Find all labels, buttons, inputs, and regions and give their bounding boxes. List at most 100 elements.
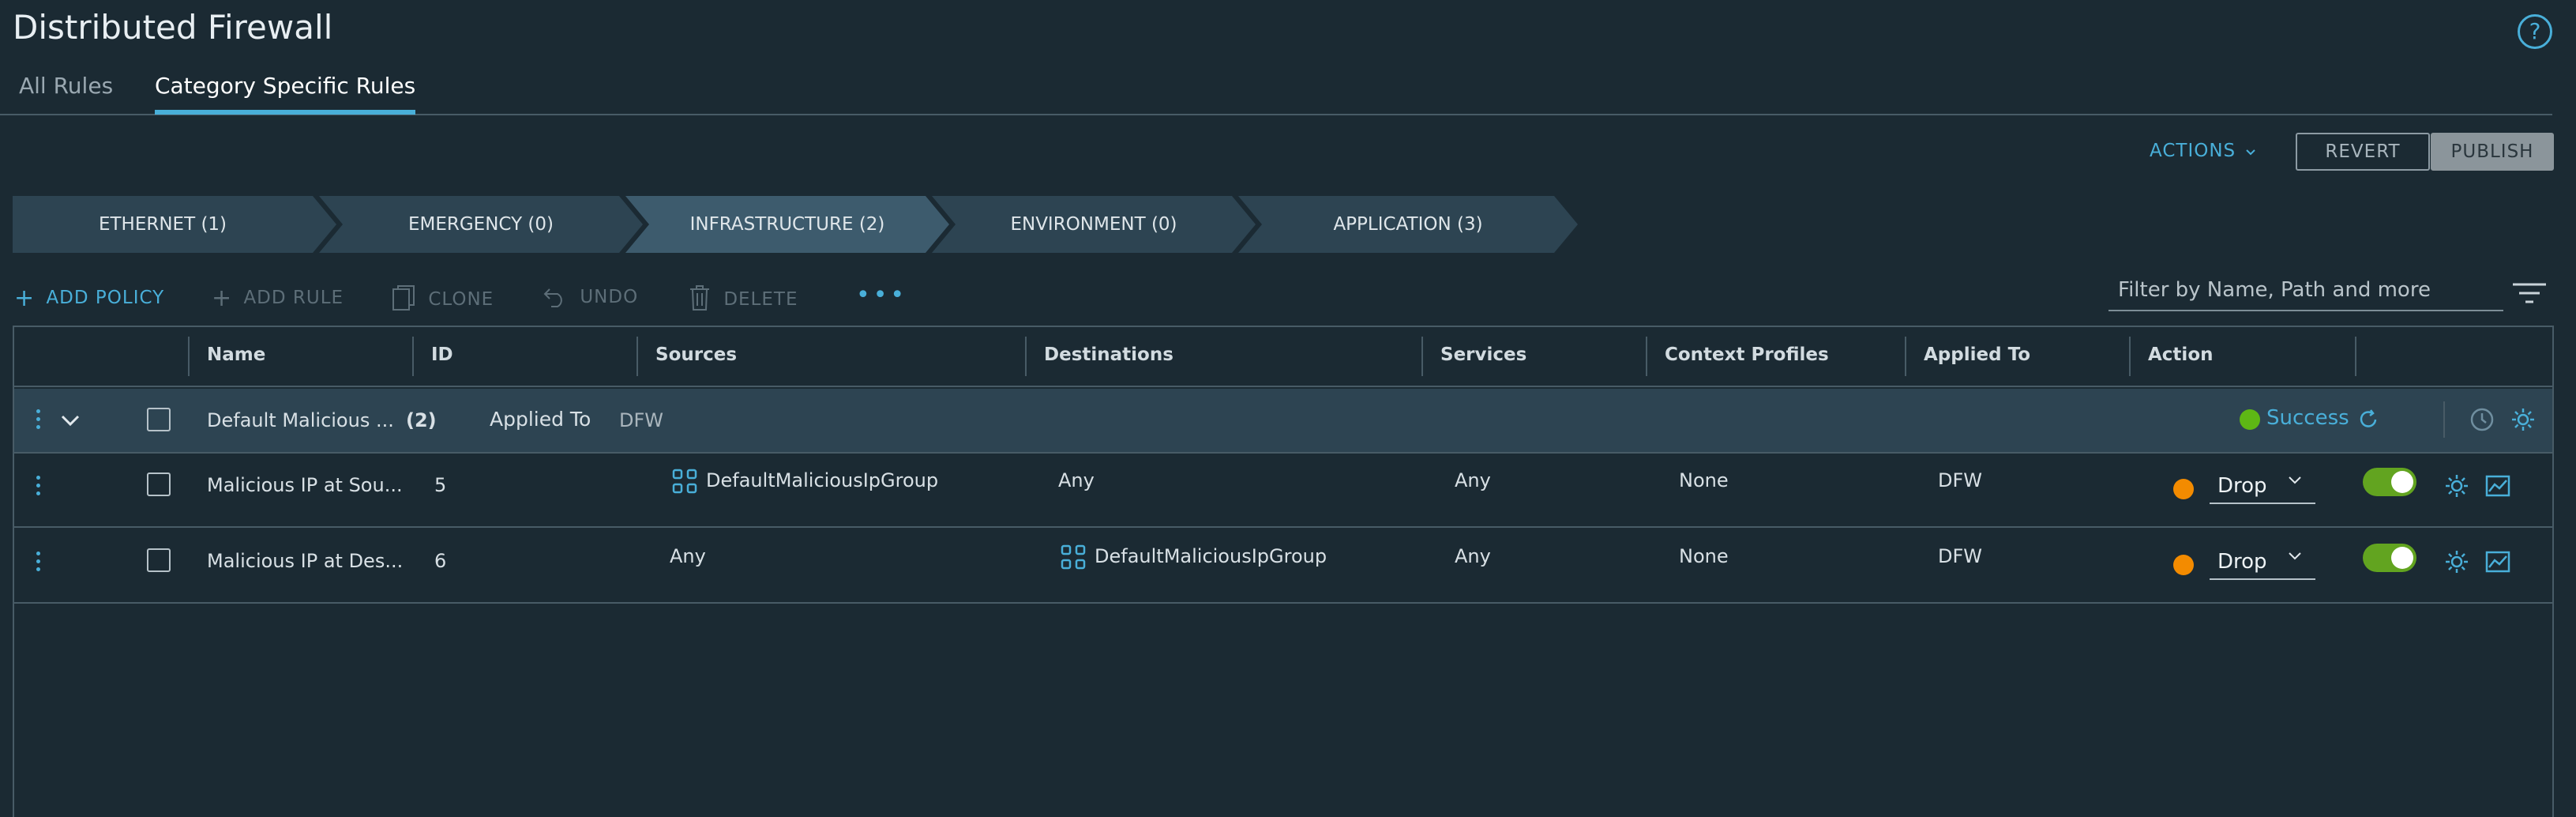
policy-applied-to-label: Applied To: [490, 408, 591, 431]
policy-status: Success: [2266, 406, 2349, 430]
kebab-menu-icon[interactable]: [36, 552, 41, 575]
column-header-id[interactable]: ID: [431, 344, 453, 365]
drop-action-indicator: [2173, 479, 2194, 499]
table-row[interactable]: Malicious IP at Sou... 5 DefaultMaliciou…: [14, 454, 2552, 528]
kebab-menu-icon[interactable]: [36, 409, 41, 433]
column-separator: [188, 337, 190, 376]
category-infrastructure[interactable]: INFRASTRUCTURE (2): [625, 196, 949, 253]
column-header-sources[interactable]: Sources: [655, 344, 737, 365]
add-rule-button[interactable]: + ADD RULE: [212, 284, 344, 312]
tab-bar: All Rules Category Specific Rules: [0, 70, 2552, 115]
category-application[interactable]: APPLICATION (3): [1238, 196, 1578, 253]
category-label: ETHERNET (1): [98, 214, 227, 235]
column-separator: [1421, 337, 1423, 376]
filter-input[interactable]: Filter by Name, Path and more: [2108, 273, 2503, 311]
divider: [2443, 401, 2445, 438]
actions-dropdown[interactable]: ACTIONS: [2150, 141, 2256, 161]
actions-label: ACTIONS: [2150, 141, 2236, 161]
column-header-services[interactable]: Services: [1440, 344, 1526, 365]
rule-enabled-toggle[interactable]: [2363, 544, 2416, 572]
category-emergency[interactable]: EMERGENCY (0): [319, 196, 643, 253]
copy-icon: [392, 285, 415, 311]
rule-destinations[interactable]: Any: [1058, 469, 1095, 491]
column-header-context-profiles[interactable]: Context Profiles: [1665, 344, 1829, 365]
rule-applied-to[interactable]: DFW: [1938, 545, 1982, 567]
column-separator: [412, 337, 414, 376]
tab-category-specific-rules[interactable]: Category Specific Rules: [155, 73, 416, 115]
column-header-action[interactable]: Action: [2148, 344, 2214, 365]
category-ethernet[interactable]: ETHERNET (1): [13, 196, 336, 253]
success-status-icon: [2240, 409, 2260, 430]
publish-button[interactable]: PUBLISH: [2431, 133, 2554, 171]
chevron-down-icon: [2289, 476, 2301, 484]
rule-destinations[interactable]: DefaultMaliciousIpGroup: [1095, 545, 1327, 567]
policy-name: Default Malicious ...: [207, 409, 394, 431]
history-icon[interactable]: [2469, 406, 2495, 433]
rule-name: Malicious IP at Des...: [207, 550, 404, 572]
column-separator: [2129, 337, 2131, 376]
chevron-down-icon[interactable]: [60, 412, 81, 428]
column-separator: [2355, 337, 2356, 376]
delete-button[interactable]: DELETE: [689, 284, 798, 311]
drop-action-indicator: [2173, 555, 2194, 575]
rule-context-profiles[interactable]: None: [1679, 469, 1729, 491]
revert-button[interactable]: REVERT: [2296, 133, 2430, 171]
column-separator: [1646, 337, 1647, 376]
clone-button[interactable]: CLONE: [392, 284, 494, 311]
category-label: APPLICATION (3): [1333, 214, 1483, 235]
column-separator: [1905, 337, 1906, 376]
clone-label: CLONE: [428, 289, 494, 310]
more-actions-icon[interactable]: •••: [856, 281, 907, 309]
kebab-menu-icon[interactable]: [36, 476, 41, 499]
rule-enabled-toggle[interactable]: [2363, 468, 2416, 496]
chevron-down-icon: [2289, 552, 2301, 560]
rule-context-profiles[interactable]: None: [1679, 545, 1729, 567]
rule-checkbox[interactable]: [147, 473, 171, 496]
rule-services[interactable]: Any: [1455, 545, 1491, 567]
gear-icon[interactable]: [2443, 473, 2470, 499]
rule-name: Malicious IP at Sou...: [207, 474, 403, 496]
rule-sources[interactable]: Any: [670, 545, 706, 567]
rule-applied-to[interactable]: DFW: [1938, 469, 1982, 491]
rule-id: 5: [434, 474, 447, 496]
category-environment[interactable]: ENVIRONMENT (0): [932, 196, 1256, 253]
undo-button[interactable]: UNDO: [543, 284, 638, 308]
plus-icon: +: [212, 284, 233, 312]
action-select-value: Drop: [2217, 550, 2267, 574]
grid-header: Name ID Sources Destinations Services Co…: [14, 327, 2552, 387]
undo-label: UNDO: [580, 287, 639, 307]
rule-checkbox[interactable]: [147, 548, 171, 572]
add-policy-button[interactable]: + ADD POLICY: [14, 284, 164, 312]
column-separator: [636, 337, 638, 376]
rules-grid: Name ID Sources Destinations Services Co…: [13, 326, 2554, 817]
stats-chart-icon[interactable]: [2484, 473, 2511, 499]
stats-chart-icon[interactable]: [2484, 548, 2511, 575]
table-row[interactable]: Malicious IP at Des... 6 Any DefaultMali…: [14, 529, 2552, 604]
policy-checkbox[interactable]: [147, 408, 171, 431]
undo-icon: [543, 288, 562, 307]
filter-icon[interactable]: [2511, 281, 2548, 305]
action-select[interactable]: Drop: [2210, 469, 2315, 504]
column-header-name[interactable]: Name: [207, 344, 265, 365]
page-title: Distributed Firewall: [13, 8, 333, 47]
column-header-destinations[interactable]: Destinations: [1044, 344, 1173, 365]
policy-applied-to-value: DFW: [619, 409, 664, 431]
add-rule-label: ADD RULE: [243, 288, 344, 308]
add-policy-label: ADD POLICY: [46, 288, 165, 308]
tab-all-rules[interactable]: All Rules: [19, 73, 113, 110]
refresh-icon[interactable]: [2356, 408, 2380, 431]
help-icon[interactable]: ?: [2518, 14, 2552, 49]
action-select[interactable]: Drop: [2210, 545, 2315, 580]
column-separator: [1025, 337, 1027, 376]
gear-icon[interactable]: [2510, 406, 2537, 433]
column-header-applied-to[interactable]: Applied To: [1924, 344, 2030, 365]
rule-services[interactable]: Any: [1455, 469, 1491, 491]
policy-rule-count: (2): [406, 409, 437, 431]
policy-row[interactable]: Default Malicious ... (2) Applied To DFW…: [14, 389, 2552, 454]
category-label: EMERGENCY (0): [407, 214, 554, 235]
group-icon: [672, 469, 697, 494]
rule-sources[interactable]: DefaultMaliciousIpGroup: [706, 469, 938, 491]
action-select-value: Drop: [2217, 474, 2267, 498]
gear-icon[interactable]: [2443, 548, 2470, 575]
group-icon: [1061, 544, 1086, 570]
